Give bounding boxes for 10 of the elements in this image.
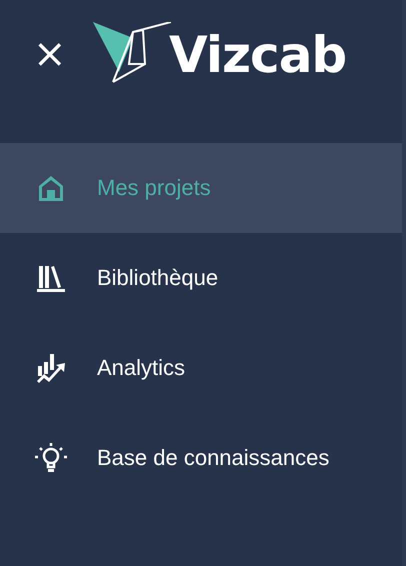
close-button[interactable]: ×: [33, 34, 63, 74]
chart-icon: [35, 352, 67, 384]
menu-item[interactable]: Mes projets: [0, 143, 402, 233]
menu-item[interactable]: Bibliothèque: [0, 233, 402, 323]
lightbulb-icon: [34, 441, 68, 475]
logo-text: Vizcab: [169, 30, 346, 80]
menu-item[interactable]: Analytics: [0, 323, 402, 413]
menu-item[interactable]: Base de connaissances: [0, 413, 402, 503]
home-icon: [36, 173, 66, 203]
books-icon: [35, 263, 67, 293]
